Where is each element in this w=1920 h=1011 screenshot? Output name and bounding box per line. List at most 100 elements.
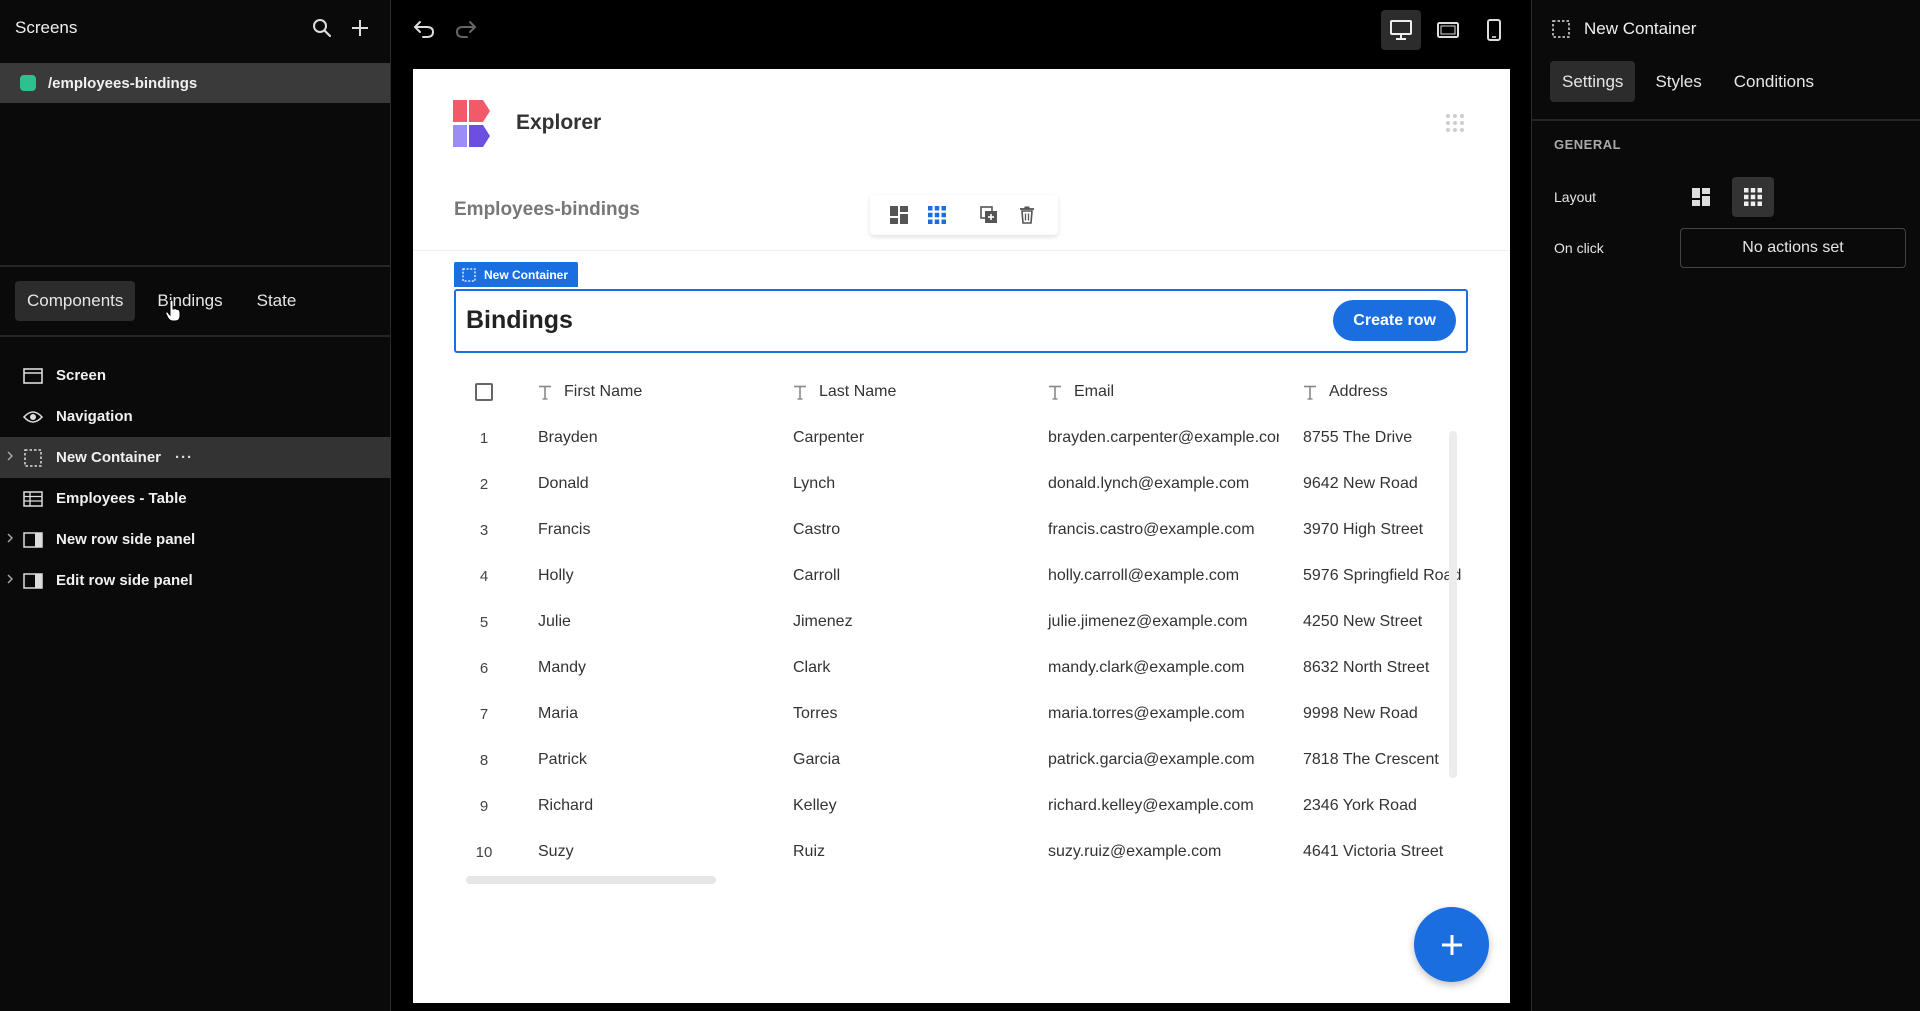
selected-container-tag[interactable]: New Container <box>454 262 579 287</box>
screen-item-employees-bindings[interactable]: /employees-bindings <box>0 63 390 103</box>
trash-icon[interactable] <box>1016 204 1038 226</box>
cell-first-name: Suzy <box>538 843 574 860</box>
employees-table: First Name Last Name Email Address 1 Bra… <box>454 369 1468 875</box>
column-header-email[interactable]: Email <box>1024 383 1279 401</box>
row-number: 9 <box>479 797 489 815</box>
tree-item-employees-table[interactable]: Employees - Table <box>0 478 391 519</box>
tree-item-label: Navigation <box>56 408 133 425</box>
left-panel: Screens /employees-bindings Components B… <box>0 0 391 1011</box>
add-fab-button[interactable] <box>1414 907 1489 982</box>
eye-icon <box>22 406 44 428</box>
side-panel-icon <box>22 529 44 551</box>
table-row[interactable]: 10 Suzy Ruiz suzy.ruiz@example.com 4641 … <box>454 829 1468 875</box>
desktop-icon[interactable] <box>1381 10 1421 50</box>
side-panel-icon <box>22 570 44 592</box>
table-row[interactable]: 7 Maria Torres maria.torres@example.com … <box>454 691 1468 737</box>
search-icon[interactable] <box>307 13 337 43</box>
screens-title: Screens <box>15 18 78 37</box>
container-icon <box>462 267 476 282</box>
screen-icon <box>22 365 44 387</box>
tree-item-new-row-side-panel[interactable]: New row side panel <box>0 519 391 560</box>
tab-components[interactable]: Components <box>15 281 136 321</box>
divider <box>1532 119 1920 121</box>
table-horizontal-scrollbar[interactable] <box>466 876 716 884</box>
cell-address: 9642 New Road <box>1303 475 1418 492</box>
cell-email: patrick.garcia@example.com <box>1048 751 1255 768</box>
tree-item-label: Edit row side panel <box>56 572 193 589</box>
tree-item-new-container[interactable]: New Container ··· <box>0 437 391 478</box>
cell-last-name: Lynch <box>793 475 836 492</box>
properties-tabs: Settings Styles Conditions <box>1532 61 1920 102</box>
more-options-icon[interactable]: ··· <box>175 449 193 466</box>
tree-item-navigation[interactable]: Navigation <box>0 396 391 437</box>
top-toolbar <box>392 0 1530 58</box>
section-heading: GENERAL <box>1554 137 1622 152</box>
cell-last-name: Carpenter <box>793 429 865 446</box>
divider <box>413 250 1510 251</box>
tab-bindings[interactable]: Bindings <box>145 281 234 321</box>
table-row[interactable]: 2 Donald Lynch donald.lynch@example.com … <box>454 461 1468 507</box>
table-row[interactable]: 1 Brayden Carpenter brayden.carpenter@ex… <box>454 415 1468 461</box>
cell-email: suzy.ruiz@example.com <box>1048 843 1222 860</box>
tab-styles[interactable]: Styles <box>1643 61 1713 102</box>
layout-mosaic-icon[interactable] <box>1680 177 1722 217</box>
cell-first-name: Holly <box>538 567 574 584</box>
table-row[interactable]: 8 Patrick Garcia patrick.garcia@example.… <box>454 737 1468 783</box>
tree-item-screen[interactable]: Screen <box>0 355 391 396</box>
duplicate-icon[interactable] <box>978 204 1000 226</box>
chevron-right-icon[interactable] <box>7 574 13 584</box>
divider <box>0 335 391 337</box>
row-number: 8 <box>479 751 489 769</box>
cell-first-name: Francis <box>538 521 591 538</box>
chevron-right-icon[interactable] <box>7 451 13 461</box>
cell-first-name: Patrick <box>538 751 587 768</box>
add-screen-icon[interactable] <box>345 13 375 43</box>
container-icon <box>1552 20 1570 38</box>
component-floating-toolbar <box>870 195 1058 235</box>
column-header-address[interactable]: Address <box>1279 383 1468 401</box>
cell-address: 9998 New Road <box>1303 705 1418 722</box>
layout-grid-icon[interactable] <box>926 204 948 226</box>
row-number: 7 <box>479 705 489 723</box>
text-type-icon <box>793 385 807 400</box>
layout-mosaic-icon[interactable] <box>888 204 910 226</box>
tab-state[interactable]: State <box>245 281 309 321</box>
row-number: 2 <box>479 475 489 493</box>
table-row[interactable]: 3 Francis Castro francis.castro@example.… <box>454 507 1468 553</box>
tab-settings[interactable]: Settings <box>1550 61 1636 102</box>
tab-conditions[interactable]: Conditions <box>1722 61 1826 102</box>
layout-grid-icon[interactable] <box>1732 177 1774 217</box>
undo-icon[interactable] <box>404 9 444 49</box>
table-header: First Name Last Name Email Address <box>454 369 1468 415</box>
column-header-first-name[interactable]: First Name <box>514 383 769 401</box>
tablet-icon[interactable] <box>1428 10 1468 50</box>
app-grid-icon[interactable] <box>1445 113 1465 133</box>
cell-email: francis.castro@example.com <box>1048 521 1255 538</box>
row-number: 4 <box>479 567 489 585</box>
on-click-actions-button[interactable]: No actions set <box>1680 228 1906 268</box>
cell-first-name: Brayden <box>538 429 598 446</box>
container-title: Bindings <box>466 306 573 334</box>
chevron-right-icon[interactable] <box>7 533 13 543</box>
tree-item-edit-row-side-panel[interactable]: Edit row side panel <box>0 560 391 601</box>
redo-icon[interactable] <box>446 9 486 49</box>
new-container[interactable]: Bindings Create row <box>454 289 1468 353</box>
table-row[interactable]: 6 Mandy Clark mandy.clark@example.com 86… <box>454 645 1468 691</box>
preview-canvas: Explorer Employees-bindings New Containe… <box>413 69 1510 1003</box>
table-row[interactable]: 5 Julie Jimenez julie.jimenez@example.co… <box>454 599 1468 645</box>
row-number: 3 <box>479 521 489 539</box>
table-row[interactable]: 4 Holly Carroll holly.carroll@example.co… <box>454 553 1468 599</box>
column-header-label: Address <box>1329 383 1388 400</box>
cell-last-name: Carroll <box>793 567 841 584</box>
table-row[interactable]: 9 Richard Kelley richard.kelley@example.… <box>454 783 1468 829</box>
mobile-icon[interactable] <box>1474 10 1514 50</box>
cell-last-name: Garcia <box>793 751 841 768</box>
column-header-label: Last Name <box>819 383 897 400</box>
create-row-button[interactable]: Create row <box>1333 300 1456 341</box>
divider <box>0 265 391 267</box>
cell-first-name: Donald <box>538 475 589 492</box>
cell-email: donald.lynch@example.com <box>1048 475 1250 492</box>
table-vertical-scrollbar[interactable] <box>1449 431 1457 778</box>
select-all-checkbox[interactable] <box>475 383 493 401</box>
column-header-last-name[interactable]: Last Name <box>769 383 1024 401</box>
